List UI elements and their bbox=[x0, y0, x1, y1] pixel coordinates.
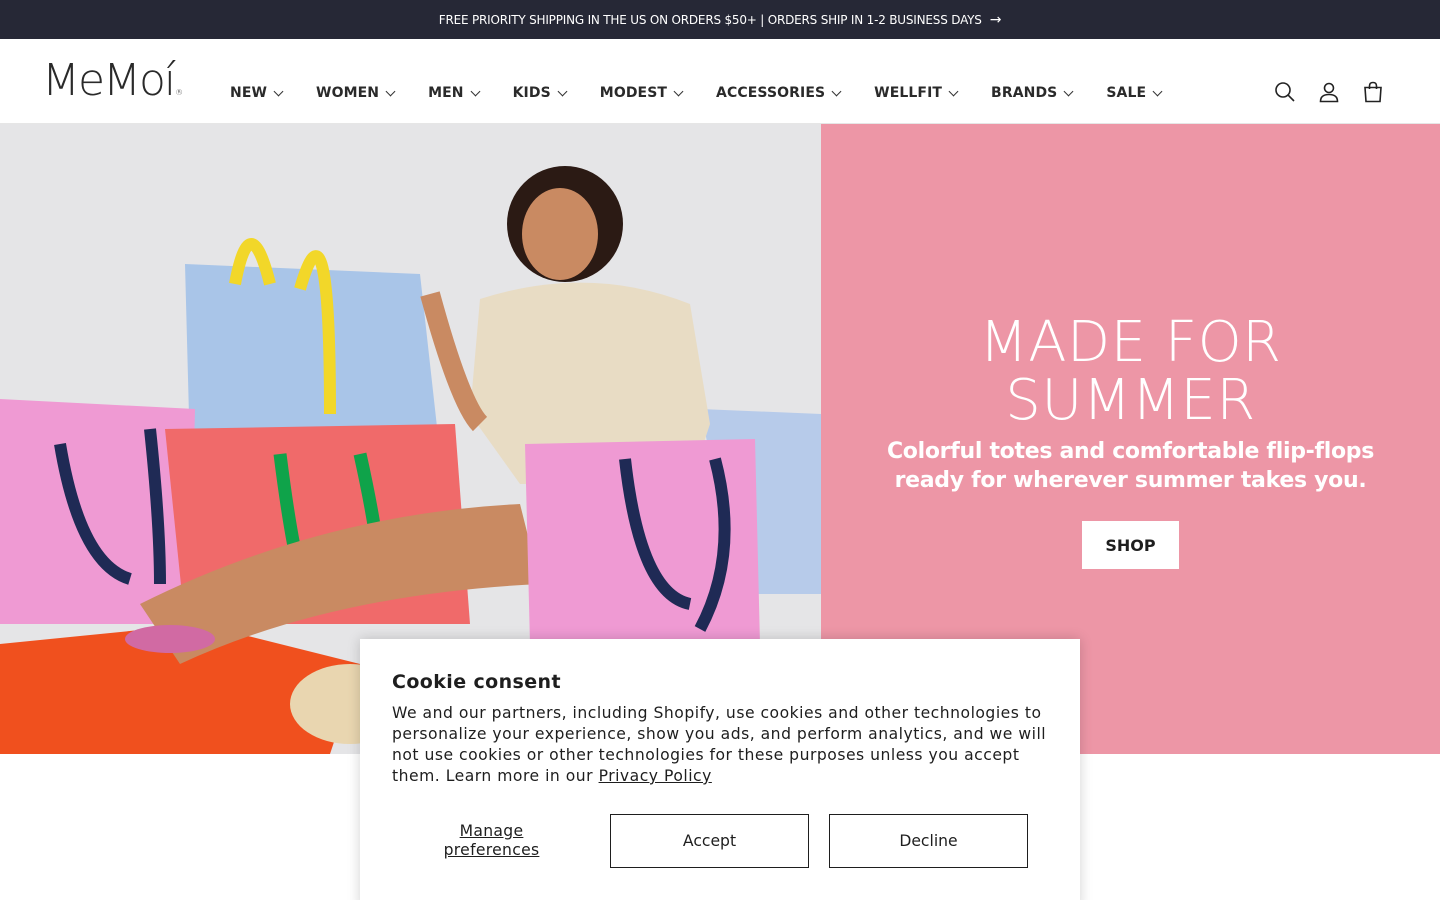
hero-subtitle-line1: Colorful totes and comfortable flip-flop… bbox=[886, 439, 1375, 464]
hero-title: MADE FOR SUMMER bbox=[821, 314, 1440, 430]
nav-item-men[interactable]: MEN bbox=[411, 85, 496, 101]
nav-item-brands[interactable]: BRANDS bbox=[974, 85, 1089, 101]
nav-label: SALE bbox=[1106, 85, 1147, 101]
cookie-title: Cookie consent bbox=[392, 671, 561, 693]
announcement-bar: FREE PRIORITY SHIPPING IN THE US ON ORDE… bbox=[0, 0, 1440, 39]
chevron-down-icon bbox=[557, 86, 568, 96]
shop-button[interactable]: SHOP bbox=[1082, 521, 1179, 569]
cookie-consent-dialog: Cookie consent We and our partners, incl… bbox=[360, 639, 1080, 900]
nav-label: WOMEN bbox=[316, 85, 380, 101]
arrow-right-icon: → bbox=[989, 11, 1002, 28]
nav-item-sale[interactable]: SALE bbox=[1089, 85, 1178, 101]
privacy-policy-link[interactable]: Privacy Policy bbox=[599, 767, 712, 785]
cookie-body: We and our partners, including Shopify, … bbox=[392, 703, 1048, 787]
site-logo[interactable]: MeMoí® bbox=[42, 59, 183, 115]
search-icon[interactable] bbox=[1274, 79, 1296, 105]
chevron-down-icon bbox=[673, 86, 684, 96]
header-icons bbox=[1274, 79, 1384, 105]
nav-label: BRANDS bbox=[991, 85, 1058, 101]
nav-item-modest[interactable]: MODEST bbox=[583, 85, 699, 101]
nav-label: ACCESSORIES bbox=[716, 85, 826, 101]
chevron-down-icon bbox=[1152, 86, 1163, 96]
chevron-down-icon bbox=[273, 86, 284, 96]
chevron-down-icon bbox=[1063, 86, 1074, 96]
nav-item-women[interactable]: WOMEN bbox=[299, 85, 411, 101]
announcement-text: FREE PRIORITY SHIPPING IN THE US ON ORDE… bbox=[438, 12, 982, 27]
hero-subtitle-line2: ready for wherever summer takes you. bbox=[894, 468, 1367, 493]
nav-item-kids[interactable]: KIDS bbox=[496, 85, 583, 101]
manage-preferences-link[interactable]: Manage preferences bbox=[392, 822, 591, 860]
chevron-down-icon bbox=[948, 86, 959, 96]
nav-item-wellfit[interactable]: WELLFIT bbox=[857, 85, 974, 101]
account-icon[interactable] bbox=[1318, 79, 1340, 105]
nav-item-new[interactable]: NEW bbox=[213, 85, 299, 101]
hero-title-line1: MADE FOR bbox=[979, 310, 1282, 375]
nav-label: WELLFIT bbox=[874, 85, 943, 101]
logo-text: MeMoí bbox=[42, 55, 176, 106]
manage-line1: Manage bbox=[459, 822, 524, 840]
hero-subtitle: Colorful totes and comfortable flip-flop… bbox=[821, 437, 1440, 495]
chevron-down-icon bbox=[385, 86, 396, 96]
decline-button[interactable]: Decline bbox=[829, 814, 1028, 868]
cart-icon[interactable] bbox=[1362, 79, 1384, 105]
site-header: MeMoí® NEW WOMEN MEN KIDS MODEST ACCESSO… bbox=[0, 39, 1440, 124]
nav-item-accessories[interactable]: ACCESSORIES bbox=[699, 85, 857, 101]
chevron-down-icon bbox=[831, 86, 842, 96]
announcement-link[interactable]: FREE PRIORITY SHIPPING IN THE US ON ORDE… bbox=[438, 11, 1002, 28]
nav-label: MEN bbox=[428, 85, 464, 101]
cookie-actions: Manage preferences Accept Decline bbox=[392, 814, 1048, 868]
chevron-down-icon bbox=[470, 86, 481, 96]
accept-button[interactable]: Accept bbox=[610, 814, 809, 868]
nav-label: MODEST bbox=[599, 85, 668, 101]
registered-mark: ® bbox=[175, 88, 184, 97]
cookie-body-text: We and our partners, including Shopify, … bbox=[392, 704, 1047, 785]
main-nav: NEW WOMEN MEN KIDS MODEST ACCESSORIES WE… bbox=[213, 79, 1178, 107]
nav-label: NEW bbox=[230, 85, 268, 101]
nav-label: KIDS bbox=[512, 85, 551, 101]
manage-line2: preferences bbox=[443, 841, 540, 859]
hero-title-line2: SUMMER bbox=[1005, 368, 1256, 433]
